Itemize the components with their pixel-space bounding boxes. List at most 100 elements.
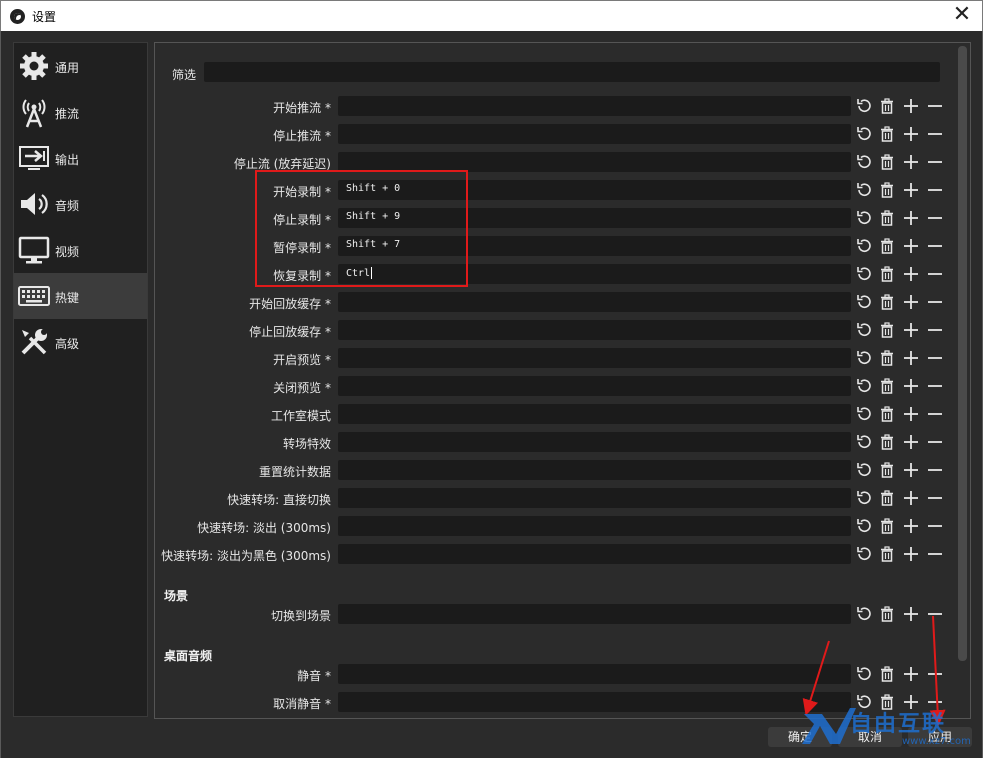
remove-icon[interactable] <box>926 125 944 143</box>
revert-icon[interactable] <box>854 293 872 311</box>
delete-icon[interactable] <box>878 293 896 311</box>
add-icon[interactable] <box>902 125 920 143</box>
filter-input[interactable] <box>204 62 940 82</box>
revert-icon[interactable] <box>854 605 872 623</box>
hotkey-input[interactable] <box>338 604 851 624</box>
remove-icon[interactable] <box>926 265 944 283</box>
hotkey-input[interactable] <box>338 692 851 712</box>
revert-icon[interactable] <box>854 237 872 255</box>
revert-icon[interactable] <box>854 517 872 535</box>
sidebar-item-hotkeys[interactable]: 热键 <box>14 273 147 319</box>
delete-icon[interactable] <box>878 405 896 423</box>
delete-icon[interactable] <box>878 377 896 395</box>
hotkey-input[interactable] <box>338 320 851 340</box>
add-icon[interactable] <box>902 181 920 199</box>
sidebar-item-general[interactable]: 通用 <box>14 43 147 89</box>
apply-button[interactable]: 应用 <box>908 727 972 747</box>
add-icon[interactable] <box>902 517 920 535</box>
delete-icon[interactable] <box>878 125 896 143</box>
add-icon[interactable] <box>902 97 920 115</box>
revert-icon[interactable] <box>854 545 872 563</box>
delete-icon[interactable] <box>878 461 896 479</box>
delete-icon[interactable] <box>878 545 896 563</box>
add-icon[interactable] <box>902 545 920 563</box>
remove-icon[interactable] <box>926 293 944 311</box>
add-icon[interactable] <box>902 605 920 623</box>
add-icon[interactable] <box>902 489 920 507</box>
add-icon[interactable] <box>902 237 920 255</box>
add-icon[interactable] <box>902 349 920 367</box>
add-icon[interactable] <box>902 693 920 711</box>
hotkey-input[interactable] <box>338 292 851 312</box>
remove-icon[interactable] <box>926 321 944 339</box>
revert-icon[interactable] <box>854 209 872 227</box>
delete-icon[interactable] <box>878 209 896 227</box>
delete-icon[interactable] <box>878 693 896 711</box>
add-icon[interactable] <box>902 265 920 283</box>
add-icon[interactable] <box>902 153 920 171</box>
revert-icon[interactable] <box>854 349 872 367</box>
delete-icon[interactable] <box>878 153 896 171</box>
revert-icon[interactable] <box>854 693 872 711</box>
revert-icon[interactable] <box>854 321 872 339</box>
revert-icon[interactable] <box>854 377 872 395</box>
cancel-button[interactable]: 取消 <box>838 727 902 747</box>
sidebar-item-video[interactable]: 视频 <box>14 227 147 273</box>
delete-icon[interactable] <box>878 97 896 115</box>
delete-icon[interactable] <box>878 265 896 283</box>
delete-icon[interactable] <box>878 321 896 339</box>
hotkey-input[interactable] <box>338 348 851 368</box>
revert-icon[interactable] <box>854 181 872 199</box>
remove-icon[interactable] <box>926 349 944 367</box>
remove-icon[interactable] <box>926 545 944 563</box>
sidebar-item-output[interactable]: 输出 <box>14 135 147 181</box>
add-icon[interactable] <box>902 209 920 227</box>
delete-icon[interactable] <box>878 181 896 199</box>
delete-icon[interactable] <box>878 433 896 451</box>
add-icon[interactable] <box>902 461 920 479</box>
remove-icon[interactable] <box>926 237 944 255</box>
remove-icon[interactable] <box>926 153 944 171</box>
add-icon[interactable] <box>902 433 920 451</box>
add-icon[interactable] <box>902 321 920 339</box>
add-icon[interactable] <box>902 377 920 395</box>
sidebar-item-advanced[interactable]: 高级 <box>14 319 147 365</box>
remove-icon[interactable] <box>926 517 944 535</box>
revert-icon[interactable] <box>854 265 872 283</box>
revert-icon[interactable] <box>854 405 872 423</box>
remove-icon[interactable] <box>926 605 944 623</box>
hotkey-input[interactable] <box>338 488 851 508</box>
close-button[interactable]: ✕ <box>948 3 976 29</box>
remove-icon[interactable] <box>926 693 944 711</box>
hotkey-input[interactable] <box>338 96 851 116</box>
remove-icon[interactable] <box>926 405 944 423</box>
add-icon[interactable] <box>902 293 920 311</box>
remove-icon[interactable] <box>926 461 944 479</box>
revert-icon[interactable] <box>854 125 872 143</box>
delete-icon[interactable] <box>878 489 896 507</box>
remove-icon[interactable] <box>926 433 944 451</box>
delete-icon[interactable] <box>878 665 896 683</box>
hotkey-input[interactable] <box>338 516 851 536</box>
revert-icon[interactable] <box>854 97 872 115</box>
add-icon[interactable] <box>902 665 920 683</box>
hotkey-input[interactable] <box>338 544 851 564</box>
delete-icon[interactable] <box>878 349 896 367</box>
hotkey-input[interactable] <box>338 432 851 452</box>
sidebar-item-stream[interactable]: 推流 <box>14 89 147 135</box>
delete-icon[interactable] <box>878 605 896 623</box>
revert-icon[interactable] <box>854 665 872 683</box>
delete-icon[interactable] <box>878 237 896 255</box>
hotkey-input[interactable] <box>338 460 851 480</box>
add-icon[interactable] <box>902 405 920 423</box>
remove-icon[interactable] <box>926 489 944 507</box>
remove-icon[interactable] <box>926 97 944 115</box>
remove-icon[interactable] <box>926 377 944 395</box>
hotkey-input[interactable] <box>338 124 851 144</box>
vertical-scrollbar[interactable] <box>958 46 967 661</box>
sidebar-item-audio[interactable]: 音频 <box>14 181 147 227</box>
revert-icon[interactable] <box>854 433 872 451</box>
remove-icon[interactable] <box>926 181 944 199</box>
remove-icon[interactable] <box>926 209 944 227</box>
hotkey-input[interactable] <box>338 404 851 424</box>
